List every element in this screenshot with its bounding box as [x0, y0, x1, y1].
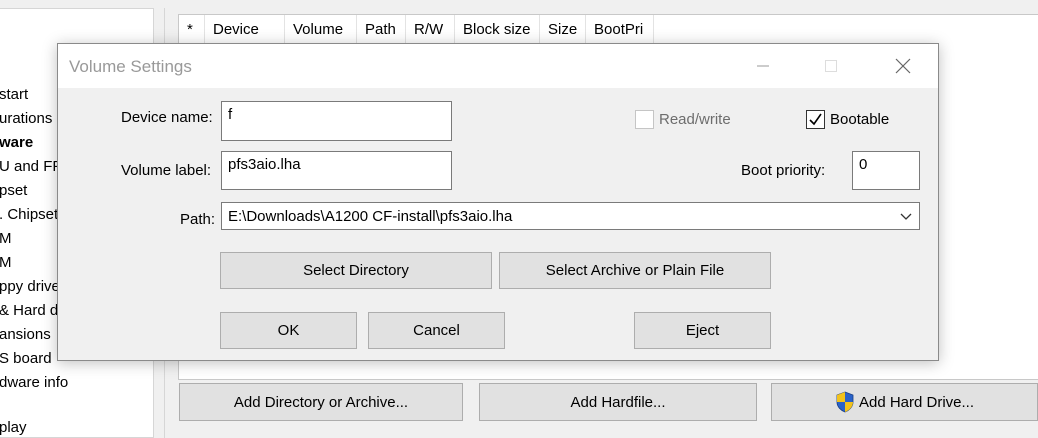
tree-item[interactable]: play	[0, 419, 27, 436]
eject-label: Eject	[685, 322, 720, 339]
add-directory-button[interactable]: Add Directory or Archive...	[179, 383, 463, 421]
uac-shield-icon	[835, 391, 855, 413]
volume-label-field[interactable]: pfs3aio.lha	[221, 151, 452, 190]
column-header[interactable]: Path	[357, 15, 406, 45]
column-header[interactable]: Block size	[455, 15, 540, 45]
ok-label: OK	[277, 322, 300, 339]
select-archive-label: Select Archive or Plain File	[545, 262, 725, 279]
column-header[interactable]: Size	[540, 15, 586, 45]
path-value: E:\Downloads\A1200 CF-install\pfs3aio.lh…	[228, 208, 513, 225]
column-header[interactable]: Volume	[285, 15, 357, 45]
minimize-icon	[757, 65, 769, 67]
select-directory-button[interactable]: Select Directory	[220, 252, 492, 289]
device-name-field[interactable]: f	[221, 101, 452, 141]
bootable-label: Bootable	[830, 111, 890, 128]
cancel-label: Cancel	[413, 322, 460, 339]
select-archive-button[interactable]: Select Archive or Plain File	[499, 252, 771, 289]
list-header: * Device Volume Path R/W Block size Size…	[179, 15, 654, 45]
tree-item[interactable]: S board	[0, 350, 52, 367]
tree-item[interactable]: M	[0, 254, 12, 271]
dialog-titlebar[interactable]: Volume Settings	[58, 44, 938, 88]
tree-item[interactable]: pset	[0, 182, 27, 199]
add-hard-drive-button[interactable]: Add Hard Drive...	[771, 383, 1038, 421]
checkmark-icon	[809, 113, 822, 126]
tree-item[interactable]: ppy drive	[0, 278, 60, 295]
path-combobox[interactable]: E:\Downloads\A1200 CF-install\pfs3aio.lh…	[221, 202, 920, 230]
device-name-label: Device name:	[121, 109, 213, 126]
tree-item[interactable]: & Hard d	[0, 302, 58, 319]
close-button[interactable]	[880, 44, 926, 88]
add-hard-drive-label: Add Hard Drive...	[858, 393, 975, 411]
column-header[interactable]: R/W	[406, 15, 455, 45]
cancel-button[interactable]: Cancel	[368, 312, 505, 349]
close-icon	[895, 58, 911, 74]
column-header[interactable]: BootPri	[586, 15, 654, 45]
tree-item[interactable]: M	[0, 230, 12, 247]
readwrite-label: Read/write	[659, 111, 731, 128]
path-label: Path:	[180, 211, 216, 228]
tree-item[interactable]: start	[0, 86, 28, 103]
tree-item-hardware[interactable]: ware	[0, 134, 33, 151]
maximize-button	[808, 44, 854, 88]
add-directory-label: Add Directory or Archive...	[233, 393, 409, 411]
boot-priority-label: Boot priority:	[741, 162, 826, 179]
add-hardfile-label: Add Hardfile...	[570, 393, 666, 411]
chevron-down-icon[interactable]	[897, 207, 915, 225]
eject-button[interactable]: Eject	[634, 312, 771, 349]
maximize-icon	[825, 60, 837, 72]
volume-label-label: Volume label:	[121, 162, 212, 179]
tree-item[interactable]: dware info	[0, 374, 68, 391]
tree-item[interactable]: ansions	[0, 326, 51, 343]
select-directory-label: Select Directory	[303, 262, 409, 279]
ok-button[interactable]: OK	[220, 312, 357, 349]
minimize-button[interactable]	[740, 44, 786, 88]
column-header[interactable]: Device	[205, 15, 285, 45]
bootable-checkbox[interactable]	[806, 110, 825, 129]
volume-settings-dialog: Volume Settings Device name: f Volume la…	[57, 43, 939, 361]
tree-item[interactable]: urations	[0, 110, 52, 127]
readwrite-checkbox[interactable]	[635, 110, 654, 129]
dialog-title: Volume Settings	[69, 57, 192, 76]
column-header[interactable]: *	[179, 15, 205, 45]
tree-item[interactable]: . Chipset	[0, 206, 58, 223]
add-hardfile-button[interactable]: Add Hardfile...	[479, 383, 757, 421]
boot-priority-field[interactable]: 0	[852, 151, 920, 190]
